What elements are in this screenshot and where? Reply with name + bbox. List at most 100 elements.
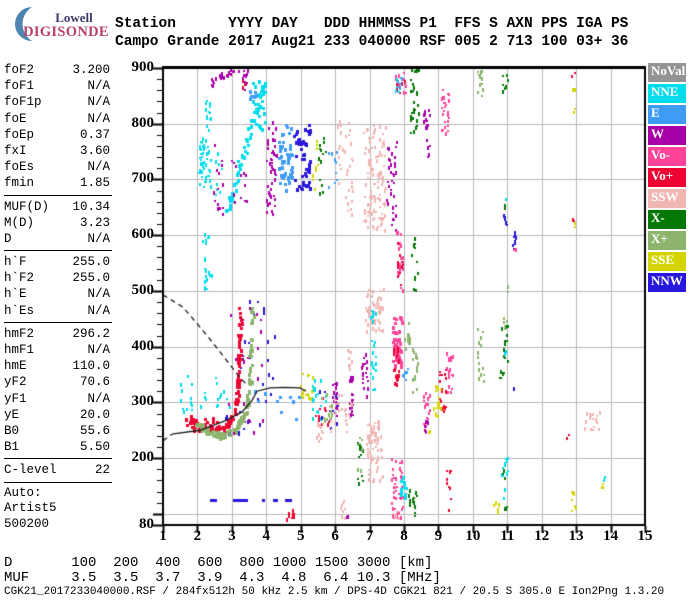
param-row: h`F2 255.0 — [4, 270, 110, 286]
param-row: B1 5.50 — [4, 439, 110, 455]
param-label: foF1 — [4, 79, 35, 94]
param-value: 3.200 — [72, 63, 110, 77]
param-row: foF1p N/A — [4, 94, 110, 110]
param-label: B1 — [4, 440, 20, 455]
param-value: 3.60 — [79, 143, 110, 158]
param-row: foEs N/A — [4, 159, 110, 175]
param-value: 70.6 — [79, 375, 110, 390]
param-label: fxI — [4, 143, 27, 158]
legend-item-noval: NoVal — [648, 63, 686, 82]
param-row: D N/A — [4, 231, 110, 247]
param-value: 1.85 — [79, 176, 110, 191]
autoscaling-info-line: Artist5 — [4, 501, 57, 515]
param-value: 10.34 — [72, 199, 110, 214]
legend-item-e: E — [648, 105, 686, 124]
param-row: hmE 110.0 — [4, 358, 110, 374]
param-row: yF2 70.6 — [4, 374, 110, 390]
x-tick-label: 3 — [228, 528, 236, 544]
param-label: MUF(D) — [4, 199, 50, 214]
y-tick-label: 80 — [139, 516, 154, 532]
param-label: fmin — [4, 176, 35, 191]
y-tick-label: 600 — [131, 226, 155, 243]
muf-row: MUF 3.5 3.5 3.7 3.9 4.3 4.8 6.4 10.3 [MH… — [4, 570, 441, 586]
legend-item-label: X- — [651, 210, 665, 225]
x-tick-label: 4 — [262, 528, 271, 544]
param-label: yE — [4, 407, 20, 422]
separator-line — [4, 458, 112, 460]
legend-item-vo: Vo+ — [648, 168, 686, 187]
param-row: foE N/A — [4, 111, 110, 127]
param-label: foEp — [4, 127, 35, 142]
legend-item-label: W — [651, 126, 664, 141]
param-row: M(D) 3.23 — [4, 215, 110, 231]
digisonde-ionogram-screen: Lowell DIGISONDE Station YYYY DAY DDD HH… — [0, 0, 700, 600]
x-tick-label: 11 — [500, 528, 515, 544]
legend-item-sse: SSE — [648, 252, 686, 271]
param-value: N/A — [87, 79, 110, 94]
param-row: MUF(D) 10.34 — [4, 199, 110, 215]
y-tick-label: 900 — [131, 59, 155, 75]
x-tick-label: 5 — [296, 528, 305, 544]
param-row: foEp 0.37 — [4, 127, 110, 143]
y-tick-label: 700 — [131, 170, 155, 187]
param-value: N/A — [87, 287, 110, 302]
param-row: C-level 22 — [4, 462, 110, 478]
param-row: fxI 3.60 — [4, 143, 110, 159]
param-label: h`E — [4, 287, 27, 302]
legend-item-x: X- — [648, 210, 686, 229]
param-label: C-level — [4, 463, 57, 478]
lowell-digisonde-logo: Lowell DIGISONDE — [4, 2, 112, 44]
legend-item-nnw: NNW — [648, 273, 686, 292]
param-value: 3.23 — [79, 215, 110, 230]
x-tick-label: 13 — [568, 528, 584, 544]
param-row: h`E N/A — [4, 286, 110, 302]
param-label: h`Es — [4, 303, 35, 318]
y-tick-label: 400 — [131, 337, 155, 354]
param-label: foF2 — [4, 63, 35, 77]
param-value: 5.50 — [79, 440, 110, 455]
logo-digisonde-text: DIGISONDE — [23, 24, 109, 40]
separator-line — [4, 250, 112, 252]
param-row: h`F 255.0 — [4, 254, 110, 270]
param-row: hmF1 N/A — [4, 342, 110, 358]
legend-item-nne: NNE — [648, 84, 686, 103]
param-label: foE — [4, 111, 27, 126]
x-tick-label: 10 — [465, 528, 481, 544]
x-tick-label: 2 — [193, 528, 202, 544]
param-row: hmF2 296.2 — [4, 326, 110, 342]
param-row: fmin 1.85 — [4, 175, 110, 191]
separator-line — [4, 194, 112, 196]
param-value: 110.0 — [72, 359, 110, 374]
legend-item-label: NoVal — [651, 63, 686, 78]
x-tick-label: 14 — [603, 528, 619, 544]
legend-item-label: SSE — [651, 252, 675, 267]
param-row: yF1 N/A — [4, 391, 110, 407]
legend-item-vo: Vo- — [648, 147, 686, 166]
param-value: 255.0 — [72, 271, 110, 286]
param-label: yF1 — [4, 391, 27, 406]
param-value: N/A — [87, 343, 110, 357]
param-label: h`F2 — [4, 271, 35, 286]
d-range-row: D 100 200 400 600 800 1000 1500 3000 [km… — [4, 555, 433, 571]
y-tick-label: 200 — [131, 449, 155, 466]
param-label: M(D) — [4, 215, 35, 230]
y-tick-label: 500 — [131, 281, 155, 298]
header-fields-row: Station YYYY DAY DDD HHMMSS P1 FFS S AXN… — [115, 16, 629, 32]
param-label: B0 — [4, 423, 20, 438]
y-tick-label: 300 — [131, 393, 155, 410]
param-value: N/A — [87, 303, 110, 318]
param-value: N/A — [87, 160, 110, 175]
x-tick-label: 9 — [434, 528, 443, 544]
param-row: foF2 3.200 — [4, 62, 110, 78]
x-tick-label: 7 — [365, 528, 374, 544]
param-value: N/A — [87, 231, 110, 246]
param-value: 296.2 — [72, 326, 110, 341]
param-value: 20.0 — [79, 407, 110, 422]
param-label: foEs — [4, 160, 35, 175]
legend-item-w: W — [648, 126, 686, 145]
param-value: 0.37 — [79, 127, 110, 142]
legend-item-label: NNE — [651, 84, 679, 99]
direction-legend: NoVal NNE E W Vo- Vo+ SSW X- X+ SSE NNW — [648, 63, 686, 294]
param-row: foF1 N/A — [4, 78, 110, 94]
legend-item-label: SSW — [651, 189, 679, 204]
